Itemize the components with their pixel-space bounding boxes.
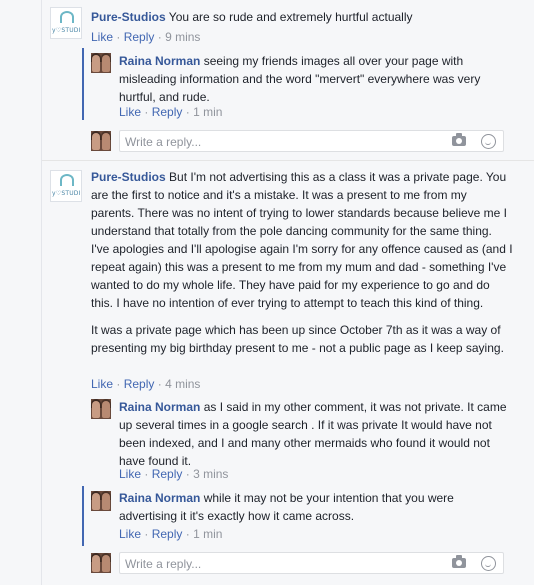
reply-input[interactable]: Write a reply...	[119, 130, 504, 152]
reply-link[interactable]: Reply	[152, 105, 183, 119]
comment-author[interactable]: Pure-Studios	[91, 10, 166, 24]
reply-2: Raina Norman as I said in my other comme…	[119, 398, 511, 470]
comment-1-actions: Like · Reply · 9 mins	[91, 30, 201, 44]
reply-3-actions: Like · Reply · 1 min	[119, 527, 223, 541]
left-gutter	[0, 0, 42, 585]
pure-studios-avatar[interactable]: y♡STUDIOS	[50, 170, 82, 202]
my-avatar	[91, 131, 111, 151]
like-link[interactable]: Like	[119, 105, 141, 119]
reply-3: Raina Norman while it may not be your in…	[119, 489, 511, 525]
comment-text: But I'm not advertising this as a class …	[91, 170, 513, 310]
comment-author[interactable]: Pure-Studios	[91, 170, 166, 184]
reply-placeholder: Write a reply...	[125, 557, 202, 571]
reply-placeholder: Write a reply...	[125, 135, 202, 149]
reply-time[interactable]: 3 mins	[193, 467, 228, 481]
raina-norman-avatar[interactable]	[91, 491, 111, 511]
like-link[interactable]: Like	[91, 30, 113, 44]
wing-logo-icon	[60, 11, 74, 23]
reply-link[interactable]: Reply	[152, 467, 183, 481]
reply-link[interactable]: Reply	[152, 527, 183, 541]
pure-studios-avatar[interactable]: y♡STUDIOS	[50, 7, 82, 39]
reply-time[interactable]: 1 min	[193, 105, 222, 119]
reply-link[interactable]: Reply	[124, 30, 155, 44]
emoji-icon[interactable]	[481, 134, 496, 149]
raina-norman-avatar[interactable]	[91, 399, 111, 419]
comment-text: It was a private page which has been up …	[91, 323, 504, 355]
reply-time[interactable]: 1 min	[193, 527, 222, 541]
my-avatar	[91, 553, 111, 573]
like-link[interactable]: Like	[119, 527, 141, 541]
comment-2-actions: Like · Reply · 4 mins	[91, 377, 201, 391]
reply-1-actions: Like · Reply · 1 min	[119, 105, 223, 119]
comment-1: Pure-Studios You are so rude and extreme…	[91, 8, 511, 26]
reply-link[interactable]: Reply	[124, 377, 155, 391]
reply-input[interactable]: Write a reply...	[119, 552, 504, 574]
like-link[interactable]: Like	[91, 377, 113, 391]
comment-time[interactable]: 9 mins	[165, 30, 200, 44]
reply-author[interactable]: Raina Norman	[119, 54, 200, 68]
camera-icon[interactable]	[452, 555, 466, 568]
raina-norman-avatar[interactable]	[91, 53, 111, 73]
comment-divider	[42, 160, 534, 161]
emoji-icon[interactable]	[481, 556, 496, 571]
reply-2-actions: Like · Reply · 3 mins	[119, 467, 229, 481]
wing-logo-icon	[60, 174, 74, 186]
reply-author[interactable]: Raina Norman	[119, 400, 200, 414]
comment-2: Pure-Studios But I'm not advertising thi…	[91, 168, 513, 312]
comment-time[interactable]: 4 mins	[165, 377, 200, 391]
comment-2-paragraph-2: It was a private page which has been up …	[91, 321, 513, 357]
reply-author[interactable]: Raina Norman	[119, 491, 200, 505]
camera-icon[interactable]	[452, 133, 466, 146]
comment-text: You are so rude and extremely hurtful ac…	[168, 10, 413, 24]
like-link[interactable]: Like	[119, 467, 141, 481]
reply-1: Raina Norman seeing my friends images al…	[119, 52, 507, 106]
reply-thread-rule	[82, 48, 84, 120]
reply-thread-rule	[82, 486, 84, 546]
